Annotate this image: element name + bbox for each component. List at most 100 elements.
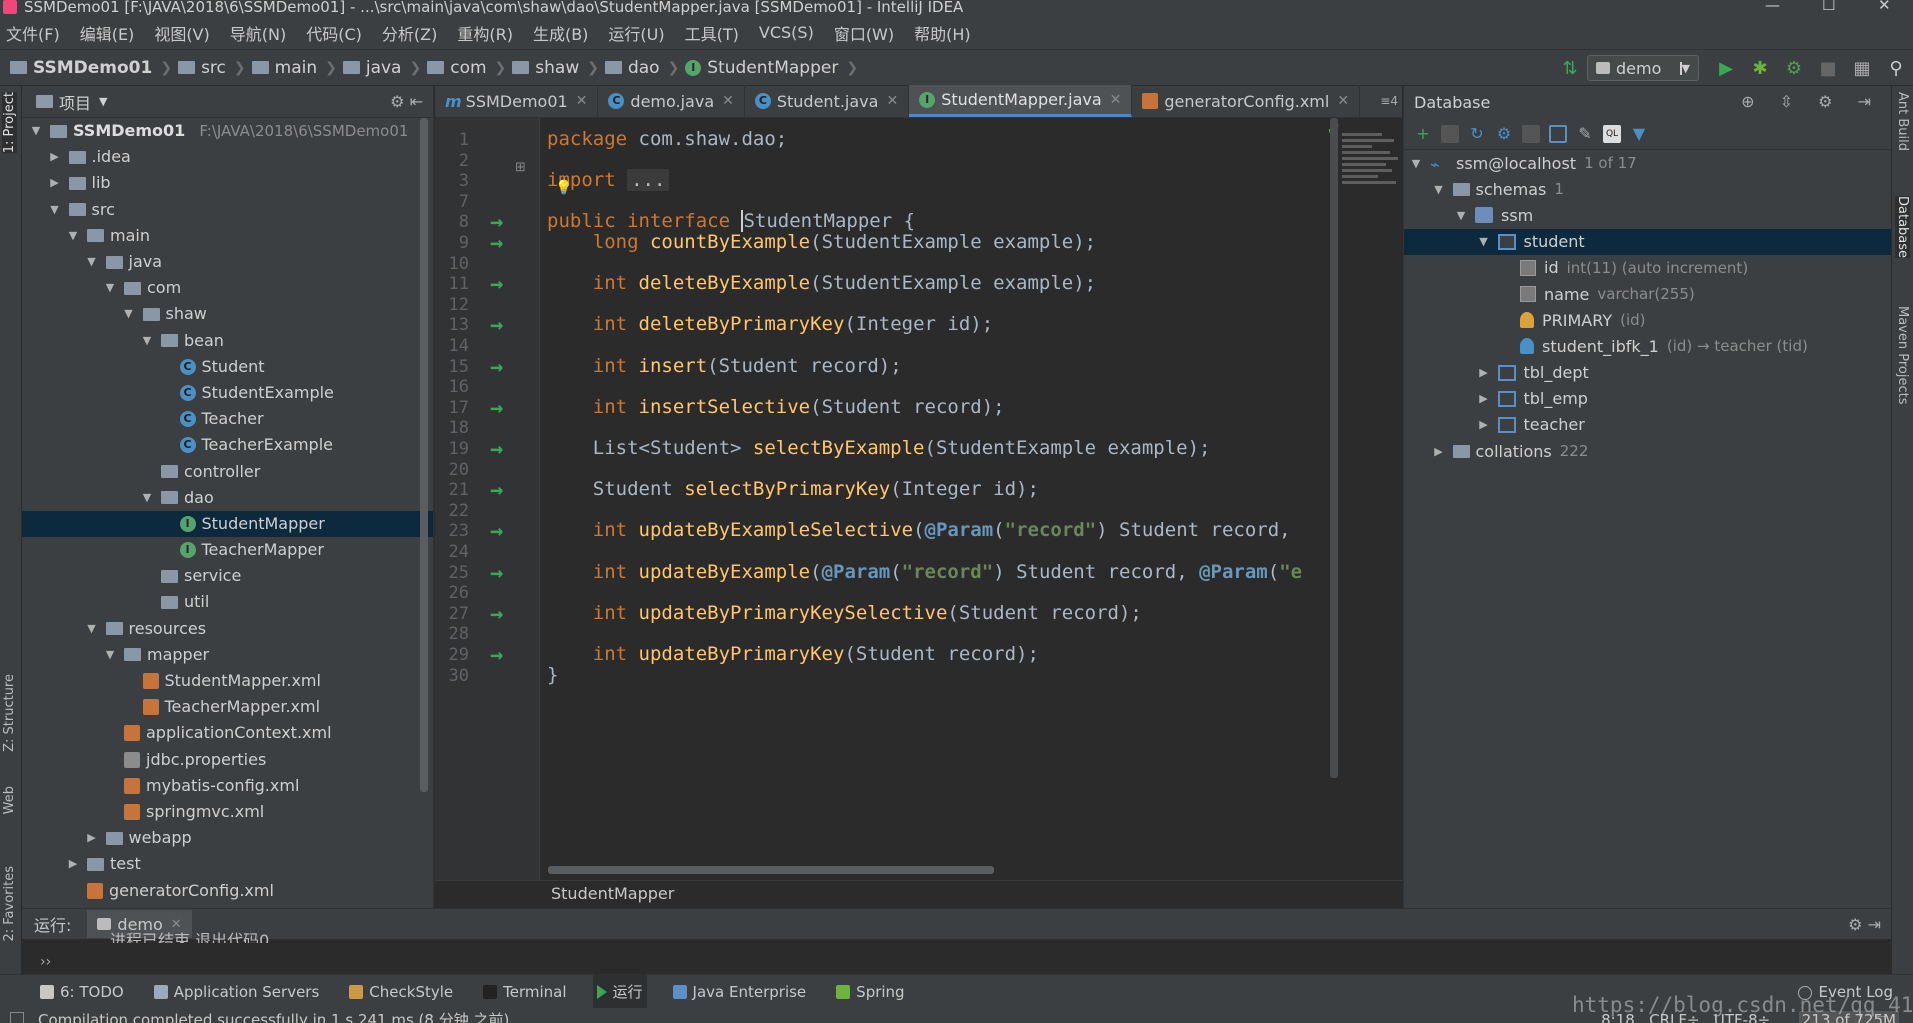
tool-window-button[interactable]: Terminal: [479, 975, 570, 1009]
tool-window-button[interactable]: Application Servers: [150, 975, 324, 1009]
chevron-down-icon[interactable]: ▼: [139, 328, 155, 354]
table-icon[interactable]: [1549, 124, 1567, 143]
project-tree-item[interactable]: generatorConfig.xml: [22, 877, 433, 903]
project-tree-item[interactable]: C TeacherExample: [22, 432, 433, 458]
database-tree-item[interactable]: ▼ schemas 1: [1404, 176, 1891, 202]
coverage-icon[interactable]: ⚙: [1785, 58, 1803, 79]
database-tree-item[interactable]: PRIMARY (id): [1404, 307, 1891, 333]
menu-item[interactable]: VCS(S): [759, 23, 814, 42]
project-tree-item[interactable]: I TeacherMapper: [22, 537, 433, 563]
tab-favorites[interactable]: 2: Favorites: [2, 866, 17, 942]
database-tree-item[interactable]: ▼ ssm: [1404, 202, 1891, 228]
project-tree-item[interactable]: ▼ main: [22, 223, 433, 249]
editor-tab[interactable]: C Student.java ✕: [745, 85, 910, 117]
project-tree-item[interactable]: ▶ test: [22, 851, 433, 877]
project-tree-item[interactable]: ▼ shaw: [22, 301, 433, 327]
tab-project[interactable]: 1: Project: [2, 92, 17, 154]
breadcrumb-item[interactable]: I StudentMapper ❯: [685, 58, 864, 78]
chevron-down-icon[interactable]: ▼: [1453, 209, 1469, 222]
minimize-button[interactable]: —: [1765, 0, 1780, 13]
chevron-right-icon[interactable]: ▶: [47, 170, 63, 196]
menu-item[interactable]: 分析(Z): [382, 21, 437, 45]
chevron-down-icon[interactable]: ▼: [102, 642, 118, 668]
run-config-select[interactable]: demo ▼: [1587, 55, 1699, 81]
chevron-down-icon[interactable]: ▼: [121, 301, 137, 327]
breadcrumb-item[interactable]: com ❯: [427, 58, 512, 78]
database-tree-item[interactable]: ▶ collations 222: [1404, 438, 1891, 464]
project-tree-item[interactable]: mybatis-config.xml: [22, 773, 433, 799]
tab-maven-projects[interactable]: Maven Projects: [1895, 306, 1910, 405]
close-icon[interactable]: ✕: [1110, 92, 1122, 108]
project-tree-item[interactable]: util: [22, 589, 433, 615]
code-token[interactable]: ...: [627, 169, 670, 192]
tool-window-button[interactable]: 运行: [592, 974, 647, 1009]
project-structure-icon[interactable]: ▦: [1853, 58, 1871, 79]
chevron-down-icon[interactable]: ▼: [1476, 235, 1492, 248]
tool-window-button[interactable]: CheckStyle: [345, 975, 457, 1009]
database-tree-item[interactable]: ▼ ⌁ ssm@localhost 1 of 17: [1404, 150, 1891, 176]
close-icon[interactable]: ✕: [886, 93, 898, 109]
filter-icon[interactable]: ▼: [1630, 124, 1648, 143]
gear-icon[interactable]: ⚙ ⇤: [390, 92, 423, 111]
project-tree-item[interactable]: ▼ mapper: [22, 642, 433, 668]
project-tree-item[interactable]: ▶ .idea: [22, 144, 433, 170]
menu-item[interactable]: 工具(T): [685, 21, 739, 45]
project-tree-item[interactable]: ▼ SSMDemo01 F:\JAVA\2018\6\SSMDemo01: [22, 118, 433, 144]
editor-horizontal-scrollbar[interactable]: [548, 866, 994, 874]
close-icon[interactable]: ✕: [171, 917, 182, 932]
editor-vertical-scrollbar[interactable]: [1330, 118, 1338, 778]
database-tree-item[interactable]: ▼ student: [1404, 228, 1891, 255]
maximize-button[interactable]: ☐: [1822, 0, 1835, 13]
project-tree-item[interactable]: controller: [22, 458, 433, 484]
menu-item[interactable]: 导航(N): [230, 21, 286, 45]
chevron-down-icon[interactable]: ▼: [84, 249, 100, 275]
menu-item[interactable]: 重构(R): [457, 21, 513, 45]
menu-item[interactable]: 运行(U): [608, 21, 664, 45]
project-tree-item[interactable]: ▼ resources: [22, 616, 433, 642]
editor-tab[interactable]: m SSMDemo01 ✕: [435, 85, 599, 117]
chevron-right-icon[interactable]: ▶: [1476, 418, 1492, 431]
menu-item[interactable]: 窗口(W): [834, 21, 894, 45]
project-tree-item[interactable]: ▶ webapp: [22, 825, 433, 851]
project-tree-item[interactable]: ▼ com: [22, 275, 433, 301]
menu-item[interactable]: 文件(F): [6, 21, 60, 45]
breadcrumb-item[interactable]: SSMDemo01 ❯: [10, 58, 178, 78]
project-tree-item[interactable]: applicationContext.xml: [22, 720, 433, 746]
project-panel-title[interactable]: 项目: [59, 90, 91, 114]
tool-window-button[interactable]: 6: TODO: [36, 975, 128, 1009]
editor-tab[interactable]: I StudentMapper.java ✕: [909, 85, 1133, 117]
breadcrumb-item[interactable]: shaw ❯: [512, 58, 605, 78]
tool-window-button[interactable]: Spring: [832, 975, 908, 1009]
tab-database[interactable]: Database: [1895, 196, 1910, 259]
project-tree-item[interactable]: jdbc.properties: [22, 747, 433, 773]
duplicate-icon[interactable]: [1441, 124, 1459, 143]
project-tree-item[interactable]: C Teacher: [22, 406, 433, 432]
chevron-down-icon[interactable]: ▼: [102, 275, 118, 301]
edit-icon[interactable]: ✎: [1576, 124, 1594, 143]
menu-item[interactable]: 视图(V): [154, 21, 209, 45]
database-tree-item[interactable]: id int(11) (auto increment): [1404, 255, 1891, 281]
project-tree-item[interactable]: ▼ dao: [22, 485, 433, 511]
breadcrumb-item[interactable]: main ❯: [251, 58, 343, 78]
project-tree-item[interactable]: I StudentMapper: [22, 510, 433, 537]
tab-ant-build[interactable]: Ant Build: [1895, 92, 1910, 151]
chevron-right-icon[interactable]: ▶: [84, 825, 100, 851]
chevron-down-icon[interactable]: ▼: [47, 197, 63, 223]
chevron-right-icon[interactable]: ▶: [65, 851, 81, 877]
chevron-down-icon[interactable]: ▼: [28, 118, 44, 144]
chevron-down-icon[interactable]: ▼: [1431, 183, 1447, 196]
project-scrollbar[interactable]: [420, 118, 428, 792]
debug-icon[interactable]: ✱: [1751, 58, 1769, 79]
search-icon[interactable]: ⚲: [1887, 58, 1905, 79]
editor-tab[interactable]: Cdemo.java ✕: [598, 85, 745, 117]
project-tree-item[interactable]: StudentMapper.xml: [22, 668, 433, 694]
menu-item[interactable]: 编辑(E): [80, 21, 135, 45]
database-tree-item[interactable]: ▶ tbl_emp: [1404, 386, 1891, 412]
panel-settings-icons[interactable]: ⊕ ⇳ ⚙ ⇥: [1741, 92, 1881, 111]
menu-item[interactable]: 代码(C): [306, 21, 362, 45]
run-icon[interactable]: ▶: [1717, 58, 1735, 79]
properties-icon[interactable]: ⚙: [1495, 124, 1513, 143]
chevron-right-icon[interactable]: ▶: [1476, 392, 1492, 405]
breadcrumb-item[interactable]: dao ❯: [604, 58, 685, 78]
database-tree-item[interactable]: ▶ teacher: [1404, 412, 1891, 438]
